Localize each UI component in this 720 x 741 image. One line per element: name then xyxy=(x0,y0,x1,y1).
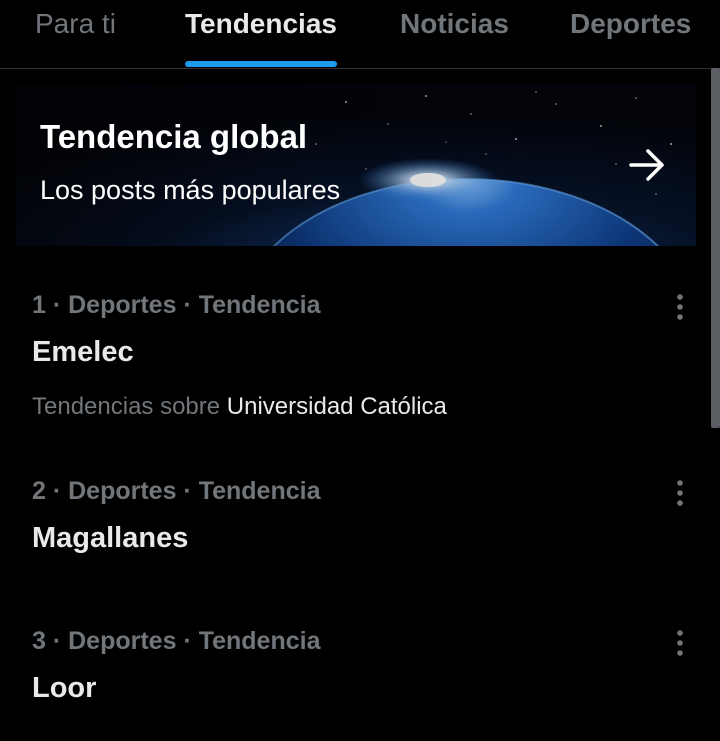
trend-context: 3 · Deportes · Tendencia xyxy=(32,627,321,655)
tab-deportes[interactable]: Deportes xyxy=(570,6,691,66)
active-tab-indicator xyxy=(185,61,337,67)
scrollbar-thumb[interactable] xyxy=(711,68,720,428)
tab-label: Tendencias xyxy=(185,8,337,39)
trend-related-link[interactable]: Universidad Católica xyxy=(227,393,447,420)
trend-context: 2 · Deportes · Tendencia xyxy=(32,477,321,505)
trend-context: 1 · Deportes · Tendencia xyxy=(32,291,321,319)
tab-label: Deportes xyxy=(570,8,692,39)
trend-name: Magallanes xyxy=(32,522,189,554)
tab-noticias[interactable]: Noticias xyxy=(400,6,509,66)
trend-item[interactable]: 3 · Deportes · Tendencia Loor xyxy=(0,612,705,741)
tab-bar: Para ti Tendencias Noticias Deportes xyxy=(0,0,720,69)
arrow-right-icon[interactable] xyxy=(628,148,668,182)
trend-name: Loor xyxy=(32,672,97,704)
global-trend-banner[interactable]: Tendencia global Los posts más populares xyxy=(16,84,696,246)
trend-item[interactable]: 1 · Deportes · Tendencia Emelec Tendenci… xyxy=(0,276,705,441)
banner-title: Tendencia global xyxy=(40,118,308,155)
trend-name: Emelec xyxy=(32,336,134,368)
more-vertical-icon[interactable] xyxy=(668,292,692,322)
more-vertical-icon[interactable] xyxy=(668,628,692,658)
earth-from-space-image xyxy=(16,84,696,246)
tab-para-ti[interactable]: Para ti xyxy=(35,6,116,66)
more-vertical-icon[interactable] xyxy=(668,478,692,508)
banner-subtitle: Los posts más populares xyxy=(40,175,341,205)
trend-related-prefix: Tendencias sobre xyxy=(32,393,221,420)
tab-tendencias[interactable]: Tendencias xyxy=(185,6,337,67)
trend-related: Tendencias sobre Universidad Católica xyxy=(32,393,447,421)
trend-item[interactable]: 2 · Deportes · Tendencia Magallanes xyxy=(0,462,705,612)
tab-label: Para ti xyxy=(35,8,116,39)
tab-label: Noticias xyxy=(400,8,509,39)
